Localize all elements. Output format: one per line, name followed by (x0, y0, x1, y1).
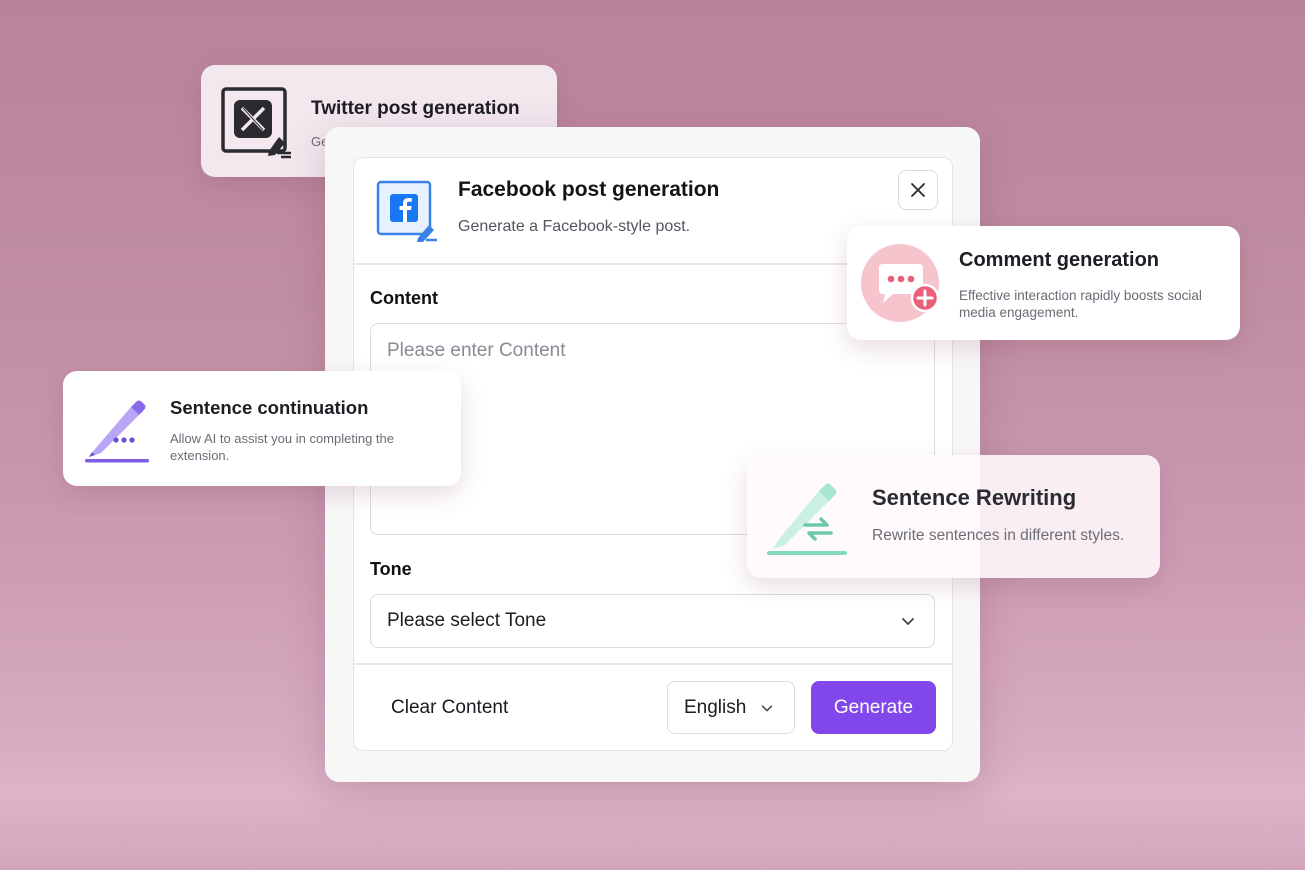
pencil-swap-icon (767, 483, 847, 555)
pencil-dots-icon (85, 400, 149, 463)
facebook-logo-edit-icon (376, 180, 437, 242)
comment-card-description: Effective interaction rapidly boosts soc… (959, 288, 1202, 320)
sentence-rewriting-card[interactable]: Sentence Rewriting Rewrite sentences in … (747, 455, 1160, 578)
chat-bubble-plus-icon (861, 244, 940, 322)
chevron-down-icon (902, 618, 914, 625)
continuation-card-description: Allow AI to assist you in completing the… (170, 431, 395, 463)
comment-card-title: Comment generation (959, 249, 1160, 271)
rewriting-card-title: Sentence Rewriting (872, 485, 1077, 510)
language-select[interactable]: English (667, 681, 795, 734)
content-label: Content (370, 288, 438, 308)
clear-content-button[interactable]: Clear Content (391, 697, 508, 719)
panel-description: Generate a Facebook-style post. (458, 218, 691, 235)
x-logo-edit-icon (221, 87, 291, 159)
twitter-card-title: Twitter post generation (311, 98, 520, 119)
panel-title: Facebook post generation (458, 178, 720, 201)
close-icon (911, 183, 925, 197)
language-select-value: English (684, 697, 747, 718)
sentence-continuation-card[interactable]: Sentence continuation Allow AI to assist… (63, 371, 461, 486)
tone-label: Tone (370, 559, 412, 579)
tone-select-value: Please select Tone (387, 610, 547, 631)
rewriting-card-description: Rewrite sentences in different styles. (872, 527, 1125, 544)
generate-button[interactable]: Generate (811, 681, 936, 734)
content-placeholder: Please enter Content (387, 340, 566, 361)
comment-generation-card[interactable]: Comment generation Effective interaction… (847, 226, 1240, 340)
close-button[interactable] (898, 170, 938, 210)
chevron-down-icon (761, 705, 773, 712)
continuation-card-title: Sentence continuation (170, 397, 369, 418)
footer-divider (354, 663, 952, 665)
tone-select[interactable]: Please select Tone (370, 594, 935, 648)
